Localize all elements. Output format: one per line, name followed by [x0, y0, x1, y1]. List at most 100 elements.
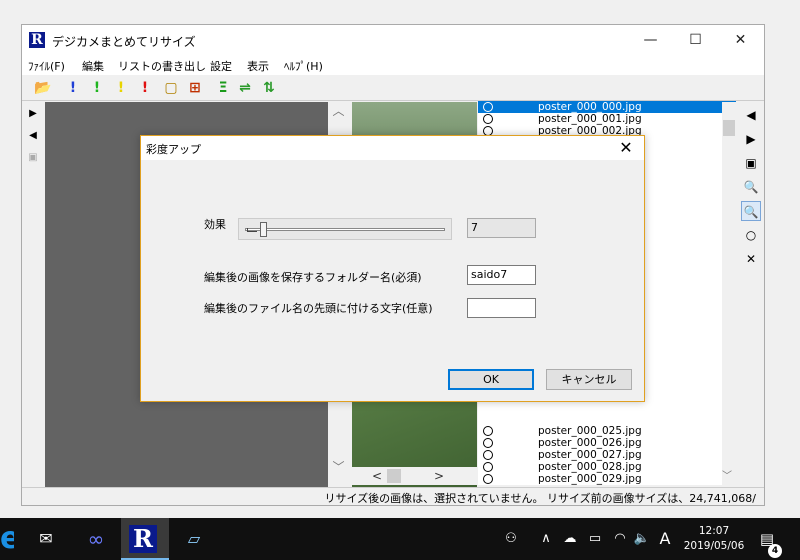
file-name: poster_000_025.jpg [538, 425, 642, 437]
file-name: poster_000_028.jpg [538, 461, 642, 473]
scroll-down-icon[interactable]: ﹀ [720, 468, 734, 486]
notification-badge: 4 [768, 544, 782, 558]
ok-button[interactable]: OK [448, 369, 534, 390]
menu-edit[interactable]: 編集 [82, 58, 104, 74]
exclaim-green-icon[interactable]: ! [88, 79, 106, 97]
effect-slider[interactable] [238, 218, 452, 240]
people-icon[interactable]: ⚇ [500, 518, 522, 560]
dialog-title: 彩度アップ [146, 143, 201, 156]
thumbnail-hscrollbar[interactable]: < > [352, 467, 497, 485]
maximize-button[interactable]: ☐ [673, 25, 718, 55]
infinity-icon[interactable]: ∞ [72, 518, 120, 560]
clock[interactable]: 12:07 2019/05/06 [680, 524, 748, 554]
frame-plus-icon[interactable]: ⊞ [186, 79, 204, 97]
exclaim-blue-icon[interactable]: ! [64, 79, 82, 97]
file-name: poster_000_001.jpg [538, 113, 642, 125]
sort-icon[interactable]: Ξ [214, 79, 232, 97]
slider-track [245, 228, 445, 231]
file-name: poster_000_026.jpg [538, 437, 642, 449]
status-bar: リサイズ後の画像は、選択されていません。 リサイズ前の画像サイズは、24,741… [22, 487, 764, 505]
dialog-title-bar[interactable]: 彩度アップ ✕ [141, 136, 644, 160]
file-list-scrollbar[interactable]: ﹀ [722, 102, 736, 486]
radio-circle-icon [483, 114, 493, 124]
zoom-icon[interactable]: 🔍 [741, 177, 761, 197]
file-list-item[interactable]: poster_000_029.jpg [478, 473, 736, 485]
scroll-up-icon[interactable]: ︿ [329, 102, 348, 120]
clock-time: 12:07 [698, 525, 730, 537]
chevron-up-icon[interactable]: ∧ [537, 518, 555, 560]
radio-circle-icon [483, 426, 493, 436]
exclaim-yellow-icon[interactable]: ! [112, 79, 130, 97]
play-right-icon[interactable]: ▶ [24, 105, 42, 123]
slider-knob[interactable] [260, 222, 268, 237]
radio-circle-icon [483, 102, 493, 112]
file-list-item[interactable]: poster_000_001.jpg [478, 113, 736, 125]
menu-export-list[interactable]: リストの書き出し [118, 58, 206, 74]
menu-settings[interactable]: 設定 [210, 58, 232, 74]
slider-tick [247, 228, 257, 232]
battery-icon[interactable]: ▭ [585, 518, 605, 560]
mail-icon[interactable]: ✉ [22, 518, 70, 560]
folder-label: 編集後の画像を保存するフォルダー名(必須) [204, 271, 422, 284]
scroll-down-icon[interactable]: ﹀ [329, 458, 348, 476]
filename-prefix-input[interactable] [467, 298, 536, 318]
play-right-icon[interactable]: ▶ [741, 129, 761, 149]
ime-icon[interactable]: A [656, 518, 674, 560]
sticky-notes-icon[interactable]: ▱ [170, 518, 218, 560]
cancel-button[interactable]: キャンセル [546, 369, 632, 390]
file-list-item[interactable]: poster_000_000.jpg [478, 101, 736, 113]
prefix-label: 編集後のファイル名の先頭に付ける文字(任意) [204, 302, 433, 315]
play-left-icon[interactable]: ◀ [24, 127, 42, 145]
frame-icon[interactable]: ▢ [162, 79, 180, 97]
zoom-active-icon[interactable]: 🔍 [741, 201, 761, 221]
radio-circle-icon [483, 474, 493, 484]
app-icon: R [129, 525, 157, 553]
scroll-thumb[interactable] [723, 120, 735, 136]
right-toolstrip: ◀ ▶ ▣ 🔍 🔍 ○ ✕ [741, 103, 763, 498]
effect-value: 7 [467, 218, 536, 238]
menu-bar: ﾌｧｲﾙ(F) 編集 リストの書き出し 設定 表示 ﾍﾙﾌﾟ(H) [22, 55, 764, 75]
circle-icon[interactable]: ○ [741, 225, 761, 245]
title-bar[interactable]: R デジカメまとめてリサイズ — ☐ ✕ [22, 25, 764, 55]
save-icon[interactable]: ▣ [741, 153, 761, 173]
menu-help[interactable]: ﾍﾙﾌﾟ(H) [284, 58, 323, 74]
cross-icon[interactable]: ✕ [741, 249, 761, 269]
exclaim-red-icon[interactable]: ! [136, 79, 154, 97]
status-text: リサイズ後の画像は、選択されていません。 リサイズ前の画像サイズは、24,741… [324, 492, 756, 505]
minimize-button[interactable]: — [628, 25, 673, 55]
radio-circle-icon [483, 450, 493, 460]
app-icon: R [29, 32, 45, 48]
radio-circle-icon [483, 462, 493, 472]
effect-label: 効果 [204, 218, 226, 231]
swap-icon[interactable]: ⇌ [236, 79, 254, 97]
window-title: デジカメまとめてリサイズ [52, 35, 196, 49]
file-name: poster_000_029.jpg [538, 473, 642, 485]
left-toolstrip: ▶ ◀ ▣ [23, 103, 43, 498]
open-folder-icon[interactable]: 📂 [34, 79, 52, 97]
dialog-close-button[interactable]: ✕ [616, 138, 636, 158]
saturation-dialog: 彩度アップ ✕ 効果 7 編集後の画像を保存するフォルダー名(必須) saido… [140, 135, 645, 402]
file-name: poster_000_000.jpg [538, 101, 642, 113]
file-list-item[interactable]: poster_000_026.jpg [478, 437, 736, 449]
toolbar: 📂!!!! ▢ ⊞ Ξ ⇌ ⇅ [22, 76, 764, 101]
file-name: poster_000_027.jpg [538, 449, 642, 461]
clock-date: 2019/05/06 [683, 540, 745, 552]
scroll-left-icon[interactable]: < [368, 467, 386, 485]
scroll-thumb[interactable] [387, 469, 401, 483]
updown-icon[interactable]: ⇅ [260, 79, 278, 97]
volume-icon[interactable]: 🔈 [632, 518, 652, 560]
ie-icon[interactable]: e [0, 522, 14, 556]
play-left-icon[interactable]: ◀ [741, 105, 761, 125]
save-disabled-icon[interactable]: ▣ [24, 149, 42, 167]
scroll-right-icon[interactable]: > [430, 467, 448, 485]
close-button[interactable]: ✕ [718, 25, 763, 55]
file-list-item[interactable]: poster_000_028.jpg [478, 461, 736, 473]
menu-view[interactable]: 表示 [247, 58, 269, 74]
menu-file[interactable]: ﾌｧｲﾙ(F) [28, 58, 65, 74]
file-list-item[interactable]: poster_000_025.jpg [478, 425, 736, 437]
wifi-icon[interactable]: ◠ [610, 518, 630, 560]
file-list-item[interactable]: poster_000_027.jpg [478, 449, 736, 461]
folder-name-input[interactable]: saido7 [467, 265, 536, 285]
app-taskbar-button[interactable]: R [121, 518, 169, 560]
onedrive-cloud-icon[interactable]: ☁ [560, 518, 580, 560]
